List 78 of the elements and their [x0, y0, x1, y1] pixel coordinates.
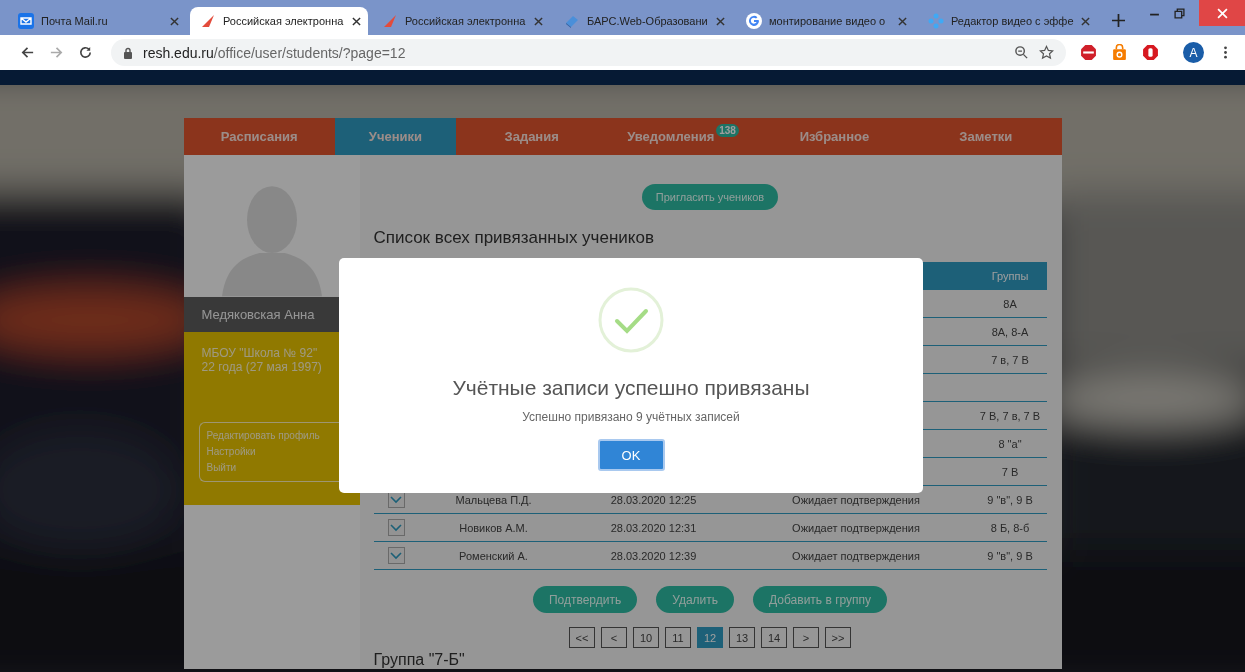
browser-tab[interactable]: Редактор видео с эффе [918, 7, 1096, 35]
notification-badge: 138 [716, 124, 739, 137]
tab-title: монтирование видео о [769, 15, 887, 27]
dots-icon [928, 13, 944, 29]
tab-title: Редактор видео с эффе [951, 15, 1074, 27]
profile-avatar[interactable]: A [1183, 42, 1204, 63]
tab-title: Почта Mail.ru [41, 15, 109, 27]
page-button[interactable]: 13 [729, 627, 755, 648]
page-button[interactable]: << [569, 627, 595, 648]
school-text: МБОУ "Школа № 92" [201, 346, 319, 360]
zoom-icon[interactable] [1014, 45, 1029, 60]
stop-sign-icon[interactable] [1080, 44, 1097, 61]
lock-icon [123, 46, 133, 59]
page-button[interactable]: 11 [665, 627, 691, 648]
tab-title: Российская электронна [223, 15, 345, 27]
close-icon [1216, 7, 1228, 19]
page-button[interactable]: < [601, 627, 627, 648]
status-cell: Ожидает подтверждения [792, 521, 920, 534]
student-name: Роменский А. [459, 549, 528, 562]
book-icon [564, 13, 580, 29]
address-bar[interactable]: resh.edu.ru/office/user/students/?page=12 [111, 39, 1066, 66]
google-g-icon [746, 13, 762, 29]
status-cell: Ожидает подтверждения [792, 549, 920, 562]
chevron-icon [390, 551, 402, 560]
tab-title: БАРС.Web-Образовани [587, 15, 709, 27]
group-cell: 8А [1003, 297, 1017, 310]
restore-icon[interactable] [1174, 7, 1185, 19]
browser-tab[interactable]: Почта Mail.ru [8, 7, 186, 35]
page-button[interactable]: > [793, 627, 819, 648]
group-cell: 7 В [1001, 465, 1019, 478]
group-cell: 8А, 8-А [991, 325, 1029, 338]
browser-tab[interactable]: Российская электронна [372, 7, 550, 35]
page-button[interactable]: >> [825, 627, 851, 648]
browser-tab[interactable]: монтирование видео о [736, 7, 914, 35]
browser-tab[interactable]: Российская электронна [190, 7, 368, 35]
tab-title: Российская электронна [405, 15, 527, 27]
envelope-icon [18, 13, 34, 29]
group-cell: 9 "в", 9 В [987, 549, 1033, 562]
column-header: Группы [990, 270, 1030, 282]
nav-tab[interactable]: Задания [456, 118, 608, 155]
page-button[interactable]: 12 [697, 627, 723, 648]
nav-tab[interactable]: Заметки [910, 118, 1062, 155]
group-cell: 7 в, 7 В [991, 353, 1029, 366]
age-text: 22 года (27 мая 1997) [201, 360, 323, 374]
date-cell: 28.03.2020 12:31 [610, 521, 697, 534]
nav-tab[interactable]: Избранное [758, 118, 911, 155]
group-cell: 7 В, 7 в, 7 В [979, 409, 1041, 422]
new-tab-icon[interactable] [1112, 14, 1125, 27]
status-cell: Ожидает подтверждения [792, 493, 920, 506]
section-heading: Список всех привязанных учеников [373, 228, 655, 248]
group-cell: 8 "а" [998, 437, 1022, 450]
chevron-icon [390, 523, 402, 532]
nav-tab[interactable]: Уведомления 138 [607, 118, 759, 155]
window-close-button[interactable] [1199, 0, 1245, 26]
date-cell: 28.03.2020 12:39 [610, 549, 697, 562]
ok-button[interactable]: OK [597, 439, 665, 471]
shopping-bag-icon[interactable] [1111, 44, 1128, 61]
page-button[interactable]: 14 [761, 627, 787, 648]
group-cell: 8 Б, 8-б [990, 521, 1030, 534]
checkbox[interactable] [387, 547, 405, 564]
reload-icon[interactable] [78, 45, 93, 60]
back-icon[interactable] [20, 45, 35, 60]
star-icon[interactable] [1039, 45, 1054, 60]
dialog-title: Учётные записи успешно привязаны [452, 376, 810, 400]
dialog-message: Успешно привязано 9 учётных записей [522, 410, 740, 424]
page-button[interactable]: 10 [633, 627, 659, 648]
student-name: Новиков А.М. [459, 521, 528, 534]
student-name: Мальцева П.Д. [455, 493, 532, 506]
checkbox[interactable] [387, 519, 405, 536]
chevron-icon [390, 495, 402, 504]
checkmark-icon [598, 287, 664, 353]
browser-tab[interactable]: БАРС.Web-Образовани [554, 7, 732, 35]
date-cell: 28.03.2020 12:25 [610, 493, 697, 506]
url-text: resh.edu.ru/office/user/students/?page=12 [143, 44, 406, 61]
close-icon[interactable] [352, 16, 361, 26]
group-cell: 9 "в", 9 В [987, 493, 1033, 506]
nav-tab[interactable]: Расписания [183, 118, 335, 155]
group-heading: Группа "7-Б" [373, 651, 466, 669]
